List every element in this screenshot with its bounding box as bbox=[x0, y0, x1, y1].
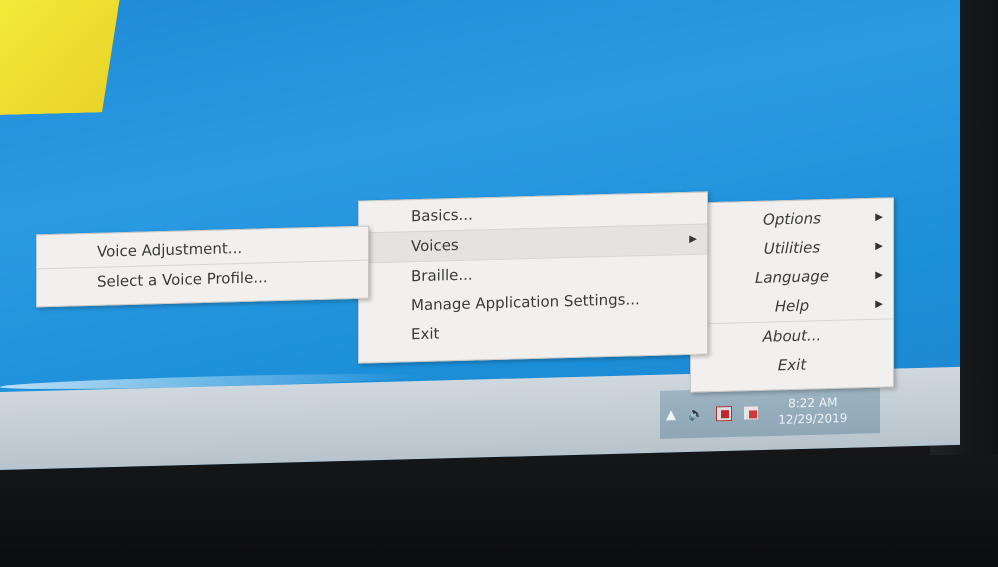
monitor-bezel-bottom bbox=[0, 455, 998, 567]
desktop-folder-icon[interactable] bbox=[0, 0, 120, 115]
menu-item-label: Voice Adjustment... bbox=[97, 238, 243, 261]
menu-item-label: Manage Application Settings... bbox=[411, 290, 640, 315]
submenu-arrow-icon: ▶ bbox=[689, 233, 697, 245]
menu-item-label: Options bbox=[763, 209, 821, 229]
menu-item-exit[interactable]: Exit bbox=[691, 348, 893, 382]
menu-item-label: Select a Voice Profile... bbox=[97, 268, 268, 291]
menu-item-label: Help bbox=[774, 296, 810, 316]
options-submenu: Basics... Voices ▶ Braille... Manage App… bbox=[358, 191, 708, 364]
menu-item-label: Braille... bbox=[411, 265, 473, 286]
menu-item-label: Utilities bbox=[763, 238, 821, 258]
menu-item-label: Voices bbox=[411, 235, 459, 256]
clock-time: 8:22 AM bbox=[788, 395, 838, 411]
clock-date: 12/29/2019 bbox=[778, 410, 848, 427]
submenu-arrow-icon: ▶ bbox=[875, 298, 883, 310]
clock[interactable]: 8:22 AM 12/29/2019 bbox=[778, 394, 847, 428]
speaker-icon[interactable]: 🔈 bbox=[688, 406, 704, 421]
menu-item-label: Exit bbox=[777, 355, 807, 375]
menu-item-label: About... bbox=[762, 326, 822, 346]
submenu-arrow-icon: ▶ bbox=[875, 269, 883, 281]
submenu-arrow-icon: ▶ bbox=[875, 240, 883, 252]
action-center-icon[interactable] bbox=[744, 405, 759, 420]
menu-item-label: Exit bbox=[411, 324, 440, 344]
voices-submenu: Voice Adjustment... Select a Voice Profi… bbox=[36, 225, 369, 308]
system-tray: ▲ 🔈 8:22 AM 12/29/2019 bbox=[660, 385, 880, 439]
jaws-tray-icon[interactable] bbox=[716, 405, 733, 421]
up-arrow-icon[interactable]: ▲ bbox=[666, 407, 676, 422]
menu-item-label: Basics... bbox=[411, 205, 473, 226]
main-context-menu: Options ▶ Utilities ▶ Language ▶ Help ▶ … bbox=[690, 197, 894, 393]
submenu-arrow-icon: ▶ bbox=[875, 211, 883, 223]
menu-item-label: Language bbox=[754, 267, 830, 287]
